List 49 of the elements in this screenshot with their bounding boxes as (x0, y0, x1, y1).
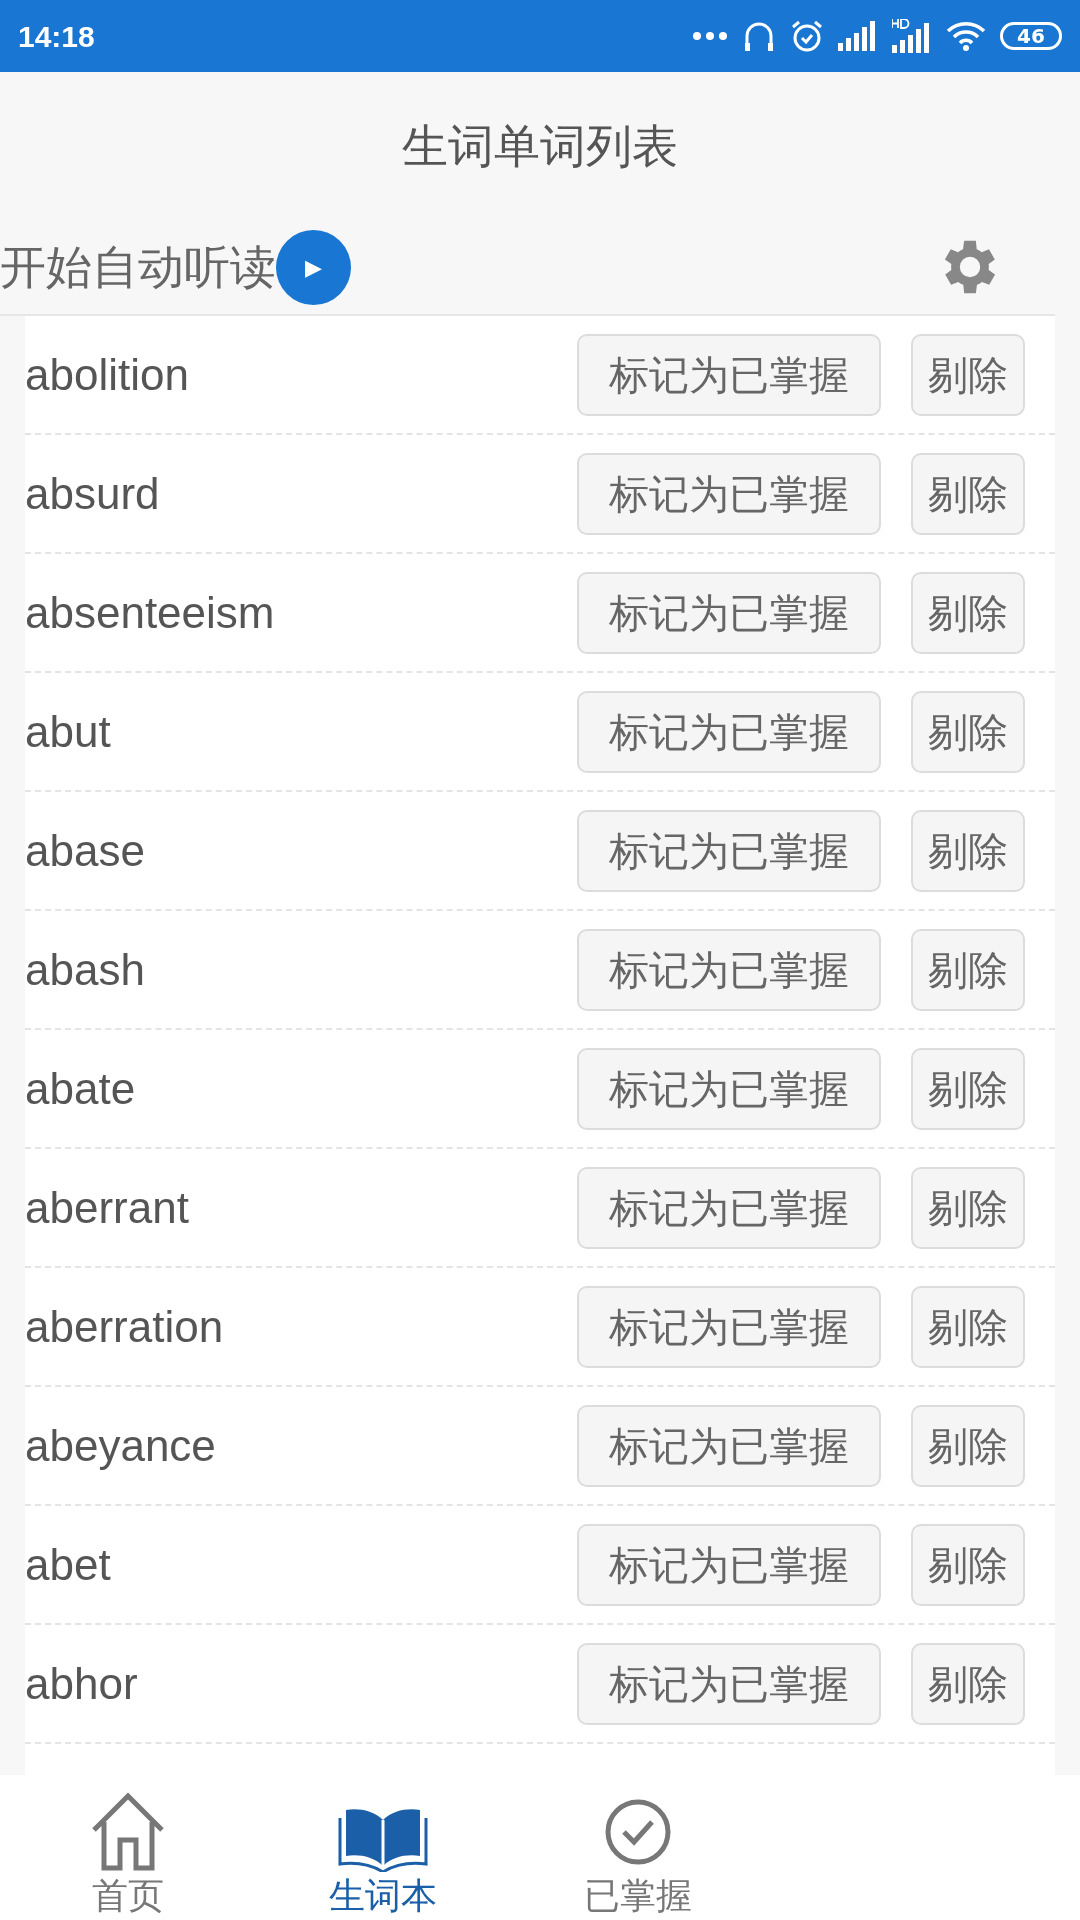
mark-mastered-button[interactable]: 标记为已掌握 (577, 571, 881, 654)
word-text: abolition (25, 348, 189, 401)
auto-read-label: 开始自动听读 (0, 238, 276, 296)
mark-mastered-button[interactable]: 标记为已掌握 (577, 452, 881, 535)
word-text: abate (25, 1062, 136, 1115)
battery-indicator: 46 (1000, 22, 1062, 50)
remove-button[interactable]: 剔除 (911, 1047, 1025, 1130)
mark-mastered-button[interactable]: 标记为已掌握 (577, 928, 881, 1011)
remove-button[interactable]: 剔除 (911, 333, 1025, 416)
remove-button[interactable]: 剔除 (911, 1642, 1025, 1725)
remove-button[interactable]: 剔除 (911, 690, 1025, 773)
mark-mastered-button[interactable]: 标记为已掌握 (577, 690, 881, 773)
remove-button[interactable]: 剔除 (911, 1404, 1025, 1487)
word-text: abash (25, 943, 145, 996)
word-text: abase (25, 824, 145, 877)
wifi-icon (946, 21, 986, 51)
mark-mastered-button[interactable]: 标记为已掌握 (577, 809, 881, 892)
word-text: aberration (25, 1300, 224, 1353)
word-text: abet (25, 1538, 111, 1591)
status-time: 14:18 (18, 18, 95, 55)
page-title: 生词单词列表 (402, 117, 678, 175)
signal-icon (838, 21, 878, 51)
mark-mastered-button[interactable]: 标记为已掌握 (577, 1404, 881, 1487)
mark-mastered-button[interactable]: 标记为已掌握 (577, 1166, 881, 1249)
word-text: aberrant (25, 1181, 189, 1234)
remove-button[interactable]: 剔除 (911, 571, 1025, 654)
mark-mastered-button[interactable]: 标记为已掌握 (577, 333, 881, 416)
remove-button[interactable]: 剔除 (911, 809, 1025, 892)
remove-button[interactable]: 剔除 (911, 1285, 1025, 1368)
mark-mastered-button[interactable]: 标记为已掌握 (577, 1523, 881, 1606)
mark-mastered-button[interactable]: 标记为已掌握 (577, 1047, 881, 1130)
word-text: abut (25, 705, 111, 758)
word-text: absurd (25, 467, 160, 520)
word-text: abhor (25, 1657, 138, 1710)
remove-button[interactable]: 剔除 (911, 1523, 1025, 1606)
remove-button[interactable]: 剔除 (911, 452, 1025, 535)
nav-tab[interactable]: 已掌握 (510, 1775, 765, 1920)
hd-signal-icon (892, 19, 932, 53)
alarm-icon (790, 19, 824, 53)
play-button[interactable]: ▶ (276, 229, 351, 305)
mark-mastered-button[interactable]: 标记为已掌握 (577, 1642, 881, 1725)
word-text: abeyance (25, 1419, 216, 1472)
remove-button[interactable]: 剔除 (911, 1166, 1025, 1249)
nav-tab[interactable]: 首页 (0, 1775, 255, 1920)
more-icon (692, 31, 728, 41)
remove-button[interactable]: 剔除 (911, 928, 1025, 1011)
word-text: absenteeism (25, 586, 275, 639)
mark-mastered-button[interactable]: 标记为已掌握 (577, 1285, 881, 1368)
nav-tab[interactable]: 生词本 (255, 1775, 510, 1920)
